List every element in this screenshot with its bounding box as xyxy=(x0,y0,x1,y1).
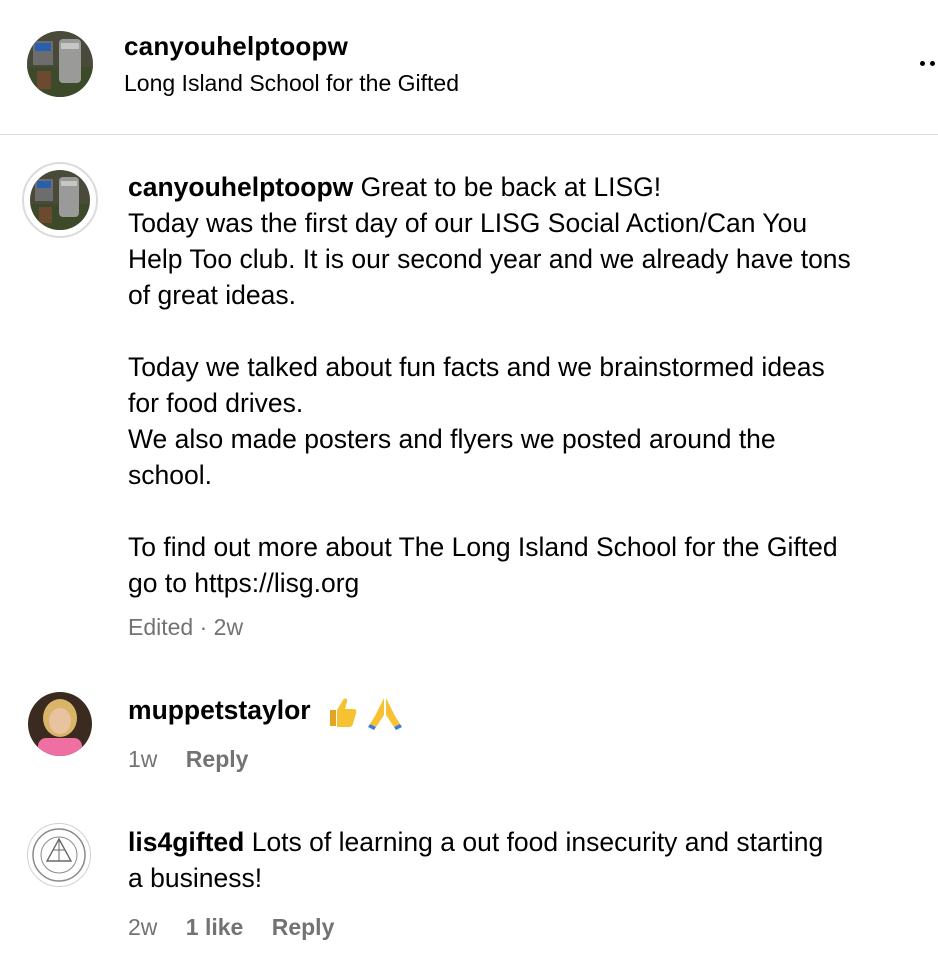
header-location[interactable]: Long Island School for the Gifted xyxy=(124,70,459,97)
comment-time: 2w xyxy=(128,914,158,940)
caption-avatar-ring[interactable] xyxy=(22,162,98,238)
caption-avatar[interactable] xyxy=(30,170,90,230)
comment-meta: 2w 1 like Reply xyxy=(128,914,356,941)
caption-line: canyouhelptoopw Great to be back at LISG… xyxy=(128,169,928,205)
likes-count-button[interactable]: 1 like xyxy=(186,914,244,940)
comment-muppetstaylor: muppetstaylor xyxy=(128,692,403,730)
caption-line: Help Too club. It is our second year and… xyxy=(128,244,851,274)
dot-icon xyxy=(920,61,925,66)
comment-username[interactable]: lis4gifted xyxy=(128,827,244,857)
reply-button[interactable]: Reply xyxy=(186,746,249,772)
comment-avatar-lis4gifted[interactable] xyxy=(27,823,91,887)
folded-hands-emoji xyxy=(367,694,403,730)
comment-lis4gifted: lis4gifted Lots of learning a out food i… xyxy=(128,824,823,896)
comment-avatar-muppetstaylor[interactable] xyxy=(28,692,92,756)
caption-line: To find out more about The Long Island S… xyxy=(128,532,838,562)
comment-body: Lots of learning a out food insecurity a… xyxy=(251,827,824,857)
header-avatar[interactable] xyxy=(27,31,93,97)
caption-username[interactable]: canyouhelptoopw xyxy=(128,172,353,202)
dot-icon xyxy=(930,61,935,66)
reply-button[interactable]: Reply xyxy=(272,914,335,940)
caption-line: We also made posters and flyers we poste… xyxy=(128,424,776,454)
caption-line: go to https://lisg.org xyxy=(128,568,360,598)
comment-meta: 1w Reply xyxy=(128,746,270,773)
caption-line: Today we talked about fun facts and we b… xyxy=(128,352,825,382)
header-username[interactable]: canyouhelptoopw xyxy=(124,31,348,62)
caption-line-text: Great to be back at LISG! xyxy=(360,172,662,202)
caption-line: Today was the first day of our LISG Soci… xyxy=(128,208,808,238)
caption: canyouhelptoopw Great to be back at LISG… xyxy=(128,169,928,601)
thumbs-up-emoji xyxy=(324,694,360,730)
comment-time: 1w xyxy=(128,746,158,772)
caption-line: of great ideas. xyxy=(128,280,296,310)
caption-line: school. xyxy=(128,460,212,490)
caption-meta: Edited · 2w xyxy=(128,614,244,640)
caption-line: for food drives. xyxy=(128,388,304,418)
comment-username[interactable]: muppetstaylor xyxy=(128,695,311,725)
comment-line: lis4gifted Lots of learning a out food i… xyxy=(128,824,823,860)
instagram-post-comments: canyouhelptoopw Long Island School for t… xyxy=(0,0,938,958)
more-options-button[interactable] xyxy=(918,52,938,76)
post-header: canyouhelptoopw Long Island School for t… xyxy=(0,0,938,135)
comment-line: a business! xyxy=(128,863,263,893)
